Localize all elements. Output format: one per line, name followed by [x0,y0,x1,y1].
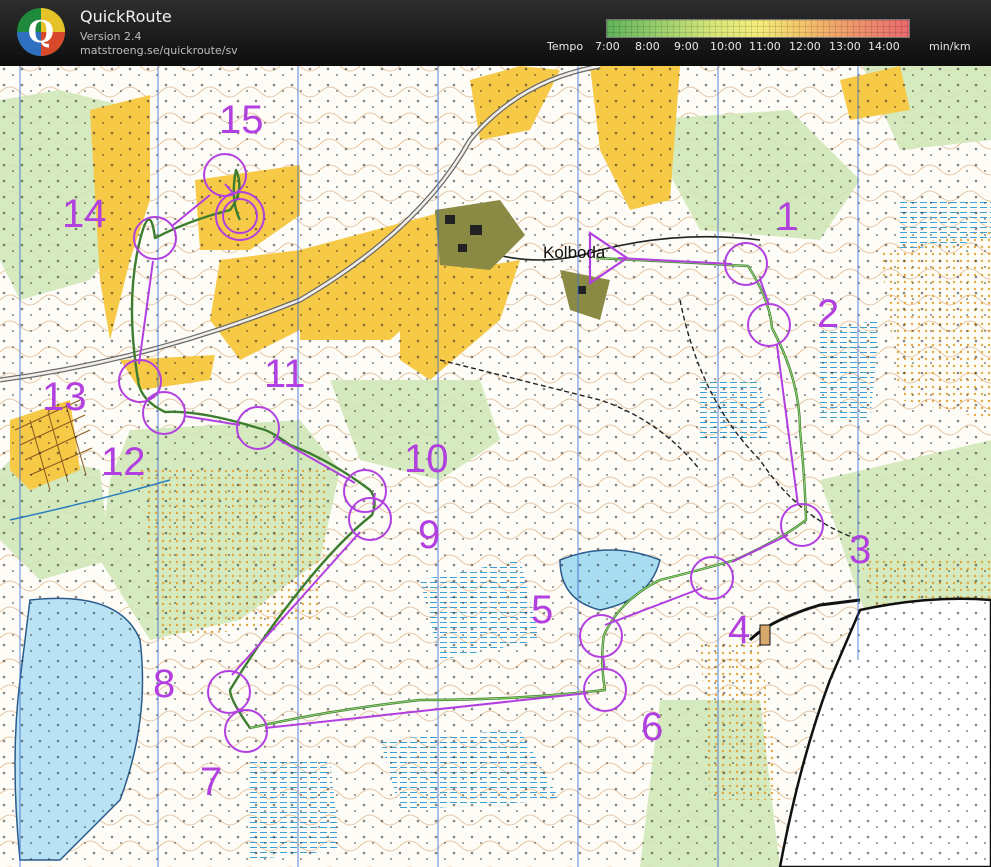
control-number-6: 6 [641,705,663,749]
app-url[interactable]: matstroeng.se/quickroute/sv [80,44,238,57]
control-number-7: 7 [200,760,222,804]
tempo-tick: 11:00 [749,40,781,53]
control-number-8: 8 [153,662,175,706]
tempo-color-scale [606,19,910,38]
control-number-11: 11 [264,352,306,396]
control-number-4: 4 [728,608,750,652]
tempo-tick: 12:00 [789,40,821,53]
control-number-2: 2 [817,292,839,336]
tempo-tick: 10:00 [710,40,742,53]
control-number-13: 13 [42,375,87,419]
control-number-9: 9 [418,513,440,557]
tempo-tick: 7:00 [595,40,620,53]
tempo-tick: 13:00 [829,40,861,53]
control-number-15: 15 [219,98,264,142]
control-number-12: 12 [101,440,146,484]
tempo-tick: 8:00 [635,40,660,53]
app-title: QuickRoute [80,7,172,26]
map-canvas[interactable]: Kolboda 1 2 3 4 5 6 7 8 9 10 11 12 13 14… [0,66,991,867]
tempo-tick: 14:00 [868,40,900,53]
place-name-label: Kolboda [543,243,606,262]
control-number-14: 14 [62,192,107,236]
app-version: Version 2.4 [80,30,142,43]
logo-letter: Q [28,15,54,50]
quickroute-logo-icon: Q [17,8,65,56]
tempo-label: Tempo [547,40,584,53]
control-number-1: 1 [776,195,798,239]
tempo-tick: 9:00 [674,40,699,53]
control-number-5: 5 [531,588,553,632]
tempo-unit: min/km [929,40,971,53]
app-header: Q QuickRoute Version 2.4 matstroeng.se/q… [0,0,991,66]
orienteering-map[interactable]: Kolboda 1 2 3 4 5 6 7 8 9 10 11 12 13 14… [0,66,991,867]
control-number-3: 3 [849,528,871,572]
rock-features [0,66,991,867]
control-number-10: 10 [404,437,449,481]
